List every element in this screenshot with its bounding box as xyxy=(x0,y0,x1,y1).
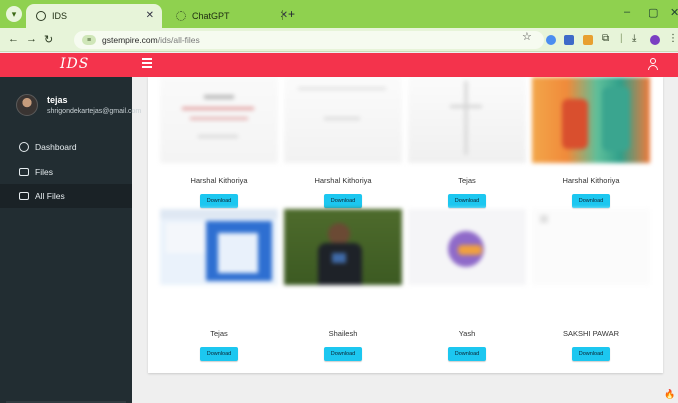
url-domain: gstempire.com xyxy=(102,35,158,45)
download-icon[interactable]: ⤓ xyxy=(632,33,636,44)
file-thumbnail xyxy=(160,209,278,285)
sidebar-item-label: All Files xyxy=(35,191,65,201)
reload-icon[interactable]: ↻ xyxy=(44,33,53,46)
address-bar[interactable]: ≡ gstempire.com/ids/all-files xyxy=(74,31,544,49)
sidebar-item-label: Dashboard xyxy=(35,142,77,152)
tab-ids-label: IDS xyxy=(52,11,68,21)
file-thumbnail xyxy=(532,77,650,163)
tab-chatgpt[interactable]: ChatGPT ✕ xyxy=(166,4,288,28)
download-button[interactable]: Download xyxy=(572,194,610,208)
sidebar-item-dashboard[interactable]: Dashboard xyxy=(0,135,132,159)
toolbar-separator: | xyxy=(620,33,623,44)
close-icon[interactable]: ✕ xyxy=(146,10,154,21)
forward-icon[interactable]: → xyxy=(26,33,37,45)
avatar xyxy=(16,94,38,116)
browser-menu-icon[interactable]: ⋮ xyxy=(668,33,678,44)
minimize-icon[interactable]: – xyxy=(624,6,630,18)
file-thumbnail xyxy=(284,209,402,285)
download-button[interactable]: Download xyxy=(324,194,362,208)
sidebar: tejas shrigondekartejas@gmail.com Dashbo… xyxy=(0,77,141,403)
download-button[interactable]: Download xyxy=(200,347,238,361)
menu-toggle-icon[interactable] xyxy=(142,58,152,68)
sidebar-item-label: Files xyxy=(35,167,53,177)
back-icon[interactable]: ← xyxy=(8,33,19,45)
user-email: shrigondekartejas@gmail.com xyxy=(47,108,142,115)
download-button[interactable]: Download xyxy=(324,347,362,361)
download-button[interactable]: Download xyxy=(200,194,238,208)
extension-icon[interactable] xyxy=(583,35,593,45)
close-window-icon[interactable]: ✕ xyxy=(670,6,678,19)
download-button[interactable]: Download xyxy=(448,194,486,208)
sidebar-item-files[interactable]: Files xyxy=(0,160,132,184)
file-owner-name: Tejas xyxy=(458,176,476,185)
sidebar-item-all-files[interactable]: All Files xyxy=(0,184,132,208)
file-owner-name: Tejas xyxy=(210,329,228,338)
tab-chatgpt-label: ChatGPT xyxy=(192,11,230,21)
url-path: /ids/all-files xyxy=(157,35,200,45)
file-owner-name: Harshal Kithoriya xyxy=(562,176,620,185)
flame-icon: 🔥 xyxy=(664,389,676,399)
file-thumbnail xyxy=(284,77,402,163)
file-owner-name: SAKSHI PAWAR xyxy=(563,329,619,338)
ids-favicon-icon xyxy=(36,11,46,21)
maximize-icon[interactable]: ▢ xyxy=(648,6,658,19)
extensions-puzzle-icon[interactable]: ⧉ xyxy=(602,33,609,44)
file-thumbnail xyxy=(408,77,526,163)
app-header: IDS xyxy=(0,53,678,77)
file-owner-name: Yash xyxy=(458,329,476,338)
bookmark-star-icon[interactable]: ☆ xyxy=(522,30,532,43)
close-icon[interactable]: ✕ xyxy=(280,10,288,21)
url-text[interactable]: gstempire.com/ids/all-files xyxy=(102,35,200,45)
file-thumbnail xyxy=(408,209,526,285)
tab-separator xyxy=(282,10,283,20)
download-button[interactable]: Download xyxy=(572,347,610,361)
tab-ids[interactable]: IDS ✕ xyxy=(26,4,162,28)
image-icon xyxy=(19,192,29,200)
tab-search-icon[interactable]: ▾ xyxy=(6,6,22,22)
file-thumbnail xyxy=(532,209,650,285)
file-owner-name: Harshal Kithoriya xyxy=(314,176,372,185)
files-grid: Harshal Kithoriya Download Harshal Kitho… xyxy=(148,77,663,373)
browser-tab-bar: ▾ IDS ✕ ChatGPT ✕ + – ▢ ✕ xyxy=(0,0,678,28)
file-thumbnail xyxy=(160,77,278,163)
extension-icon[interactable] xyxy=(546,35,556,45)
user-account-icon[interactable] xyxy=(648,58,658,70)
extension-icon[interactable] xyxy=(564,35,574,45)
site-info-icon[interactable]: ≡ xyxy=(82,35,96,45)
dashboard-icon xyxy=(19,142,29,152)
file-owner-name: Shailesh xyxy=(328,329,358,338)
user-profile: tejas shrigondekartejas@gmail.com xyxy=(0,77,141,129)
file-owner-name: Harshal Kithoriya xyxy=(190,176,248,185)
user-name: tejas xyxy=(47,95,68,105)
image-icon xyxy=(19,168,29,176)
new-tab-button[interactable]: + xyxy=(288,7,295,21)
chatgpt-favicon-icon xyxy=(176,11,186,21)
profile-icon[interactable] xyxy=(650,35,660,45)
download-button[interactable]: Download xyxy=(448,347,486,361)
brand-logo[interactable]: IDS xyxy=(60,56,89,72)
browser-toolbar: ← → ↻ ≡ gstempire.com/ids/all-files ☆ ⧉ … xyxy=(0,28,678,52)
